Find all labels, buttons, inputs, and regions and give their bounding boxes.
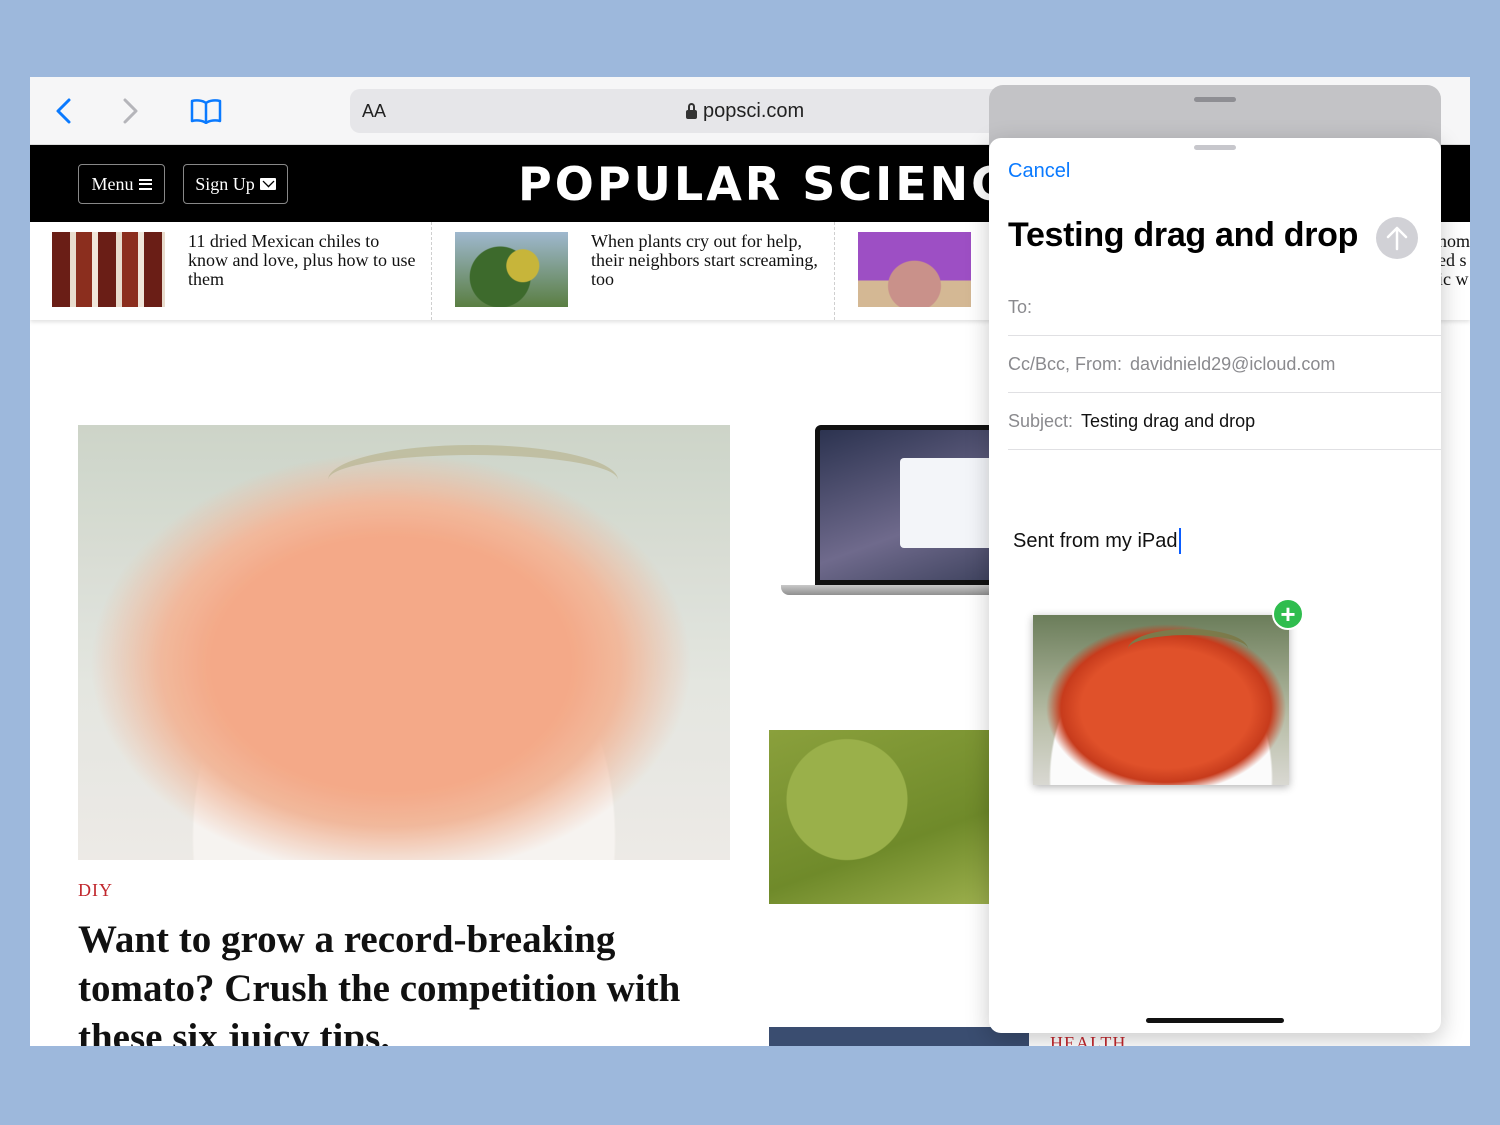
url-text: popsci.com [703, 100, 805, 122]
text-caret [1178, 528, 1181, 554]
to-label: To: [1008, 296, 1033, 317]
article-category[interactable]: HEALTH [1050, 1033, 1126, 1046]
grabber-handle[interactable] [1194, 145, 1236, 150]
grabber-handle[interactable] [1194, 97, 1236, 102]
compose-title: Testing drag and drop [1008, 216, 1359, 254]
chevron-left-icon [56, 98, 71, 124]
cancel-button[interactable]: Cancel [1008, 160, 1070, 183]
menu-button[interactable]: Menu [78, 164, 165, 204]
mail-compose-sheet: Cancel Testing drag and drop To: Cc/Bcc,… [989, 138, 1441, 1033]
menu-label: Menu [91, 173, 134, 194]
home-indicator[interactable] [1146, 1018, 1284, 1023]
chevron-right-icon [123, 98, 138, 124]
arrow-up-icon [1386, 226, 1408, 251]
ipad-screen: AA popsci.com Menu Sign Up POPULAR SCIEN… [30, 77, 1470, 1046]
site-logo[interactable]: POPULAR SCIENCE [518, 157, 1042, 211]
body-text: Sent from my iPad [1013, 529, 1178, 552]
back-button[interactable] [48, 95, 80, 127]
book-icon [190, 99, 222, 124]
bookmarks-button[interactable] [190, 95, 222, 127]
dragged-image-attachment[interactable] [1033, 615, 1289, 785]
cc-from-field[interactable]: Cc/Bcc, From: davidnield29@icloud.com [1008, 336, 1441, 393]
pot-thumbnail [858, 232, 971, 307]
plus-icon: + [1272, 598, 1304, 630]
trending-item[interactable]: 11 dried Mexican chiles to know and love… [30, 222, 432, 320]
text-size-button[interactable]: AA [362, 101, 386, 122]
trending-headline: When plants cry out for help, their neig… [591, 231, 818, 289]
partial-text: nom ed s ic w [1438, 231, 1470, 289]
tomato-stem [1128, 629, 1248, 669]
cc-from-label: Cc/Bcc, From: [1008, 353, 1123, 374]
address-bar[interactable]: AA popsci.com [350, 89, 1010, 133]
send-button[interactable] [1376, 217, 1418, 259]
plants-thumbnail [455, 232, 568, 307]
subject-field[interactable]: Subject: Testing drag and drop [1008, 393, 1441, 450]
hero-image[interactable] [78, 425, 730, 860]
lock-icon [686, 103, 697, 119]
trending-item[interactable]: When plants cry out for help, their neig… [433, 222, 835, 320]
url-display: popsci.com [686, 100, 804, 123]
message-body[interactable]: Sent from my iPad [1013, 528, 1181, 554]
hamburger-icon [138, 178, 152, 190]
signup-label: Sign Up [195, 173, 255, 194]
article-image[interactable] [769, 1027, 1029, 1046]
chiles-thumbnail [52, 232, 165, 307]
article-category[interactable]: DIY [78, 880, 113, 901]
to-field[interactable]: To: [1008, 279, 1441, 336]
signup-button[interactable]: Sign Up [183, 164, 288, 204]
tomato-stem [328, 445, 618, 515]
subject-input[interactable]: Testing drag and drop [1081, 411, 1255, 432]
subject-label: Subject: [1008, 410, 1074, 431]
article-headline[interactable]: Want to grow a record-breaking tomato? C… [78, 915, 738, 1046]
envelope-icon [259, 178, 276, 190]
trending-headline: 11 dried Mexican chiles to know and love… [188, 231, 416, 289]
from-address[interactable]: davidnield29@icloud.com [1130, 354, 1335, 375]
forward-button[interactable] [114, 95, 146, 127]
